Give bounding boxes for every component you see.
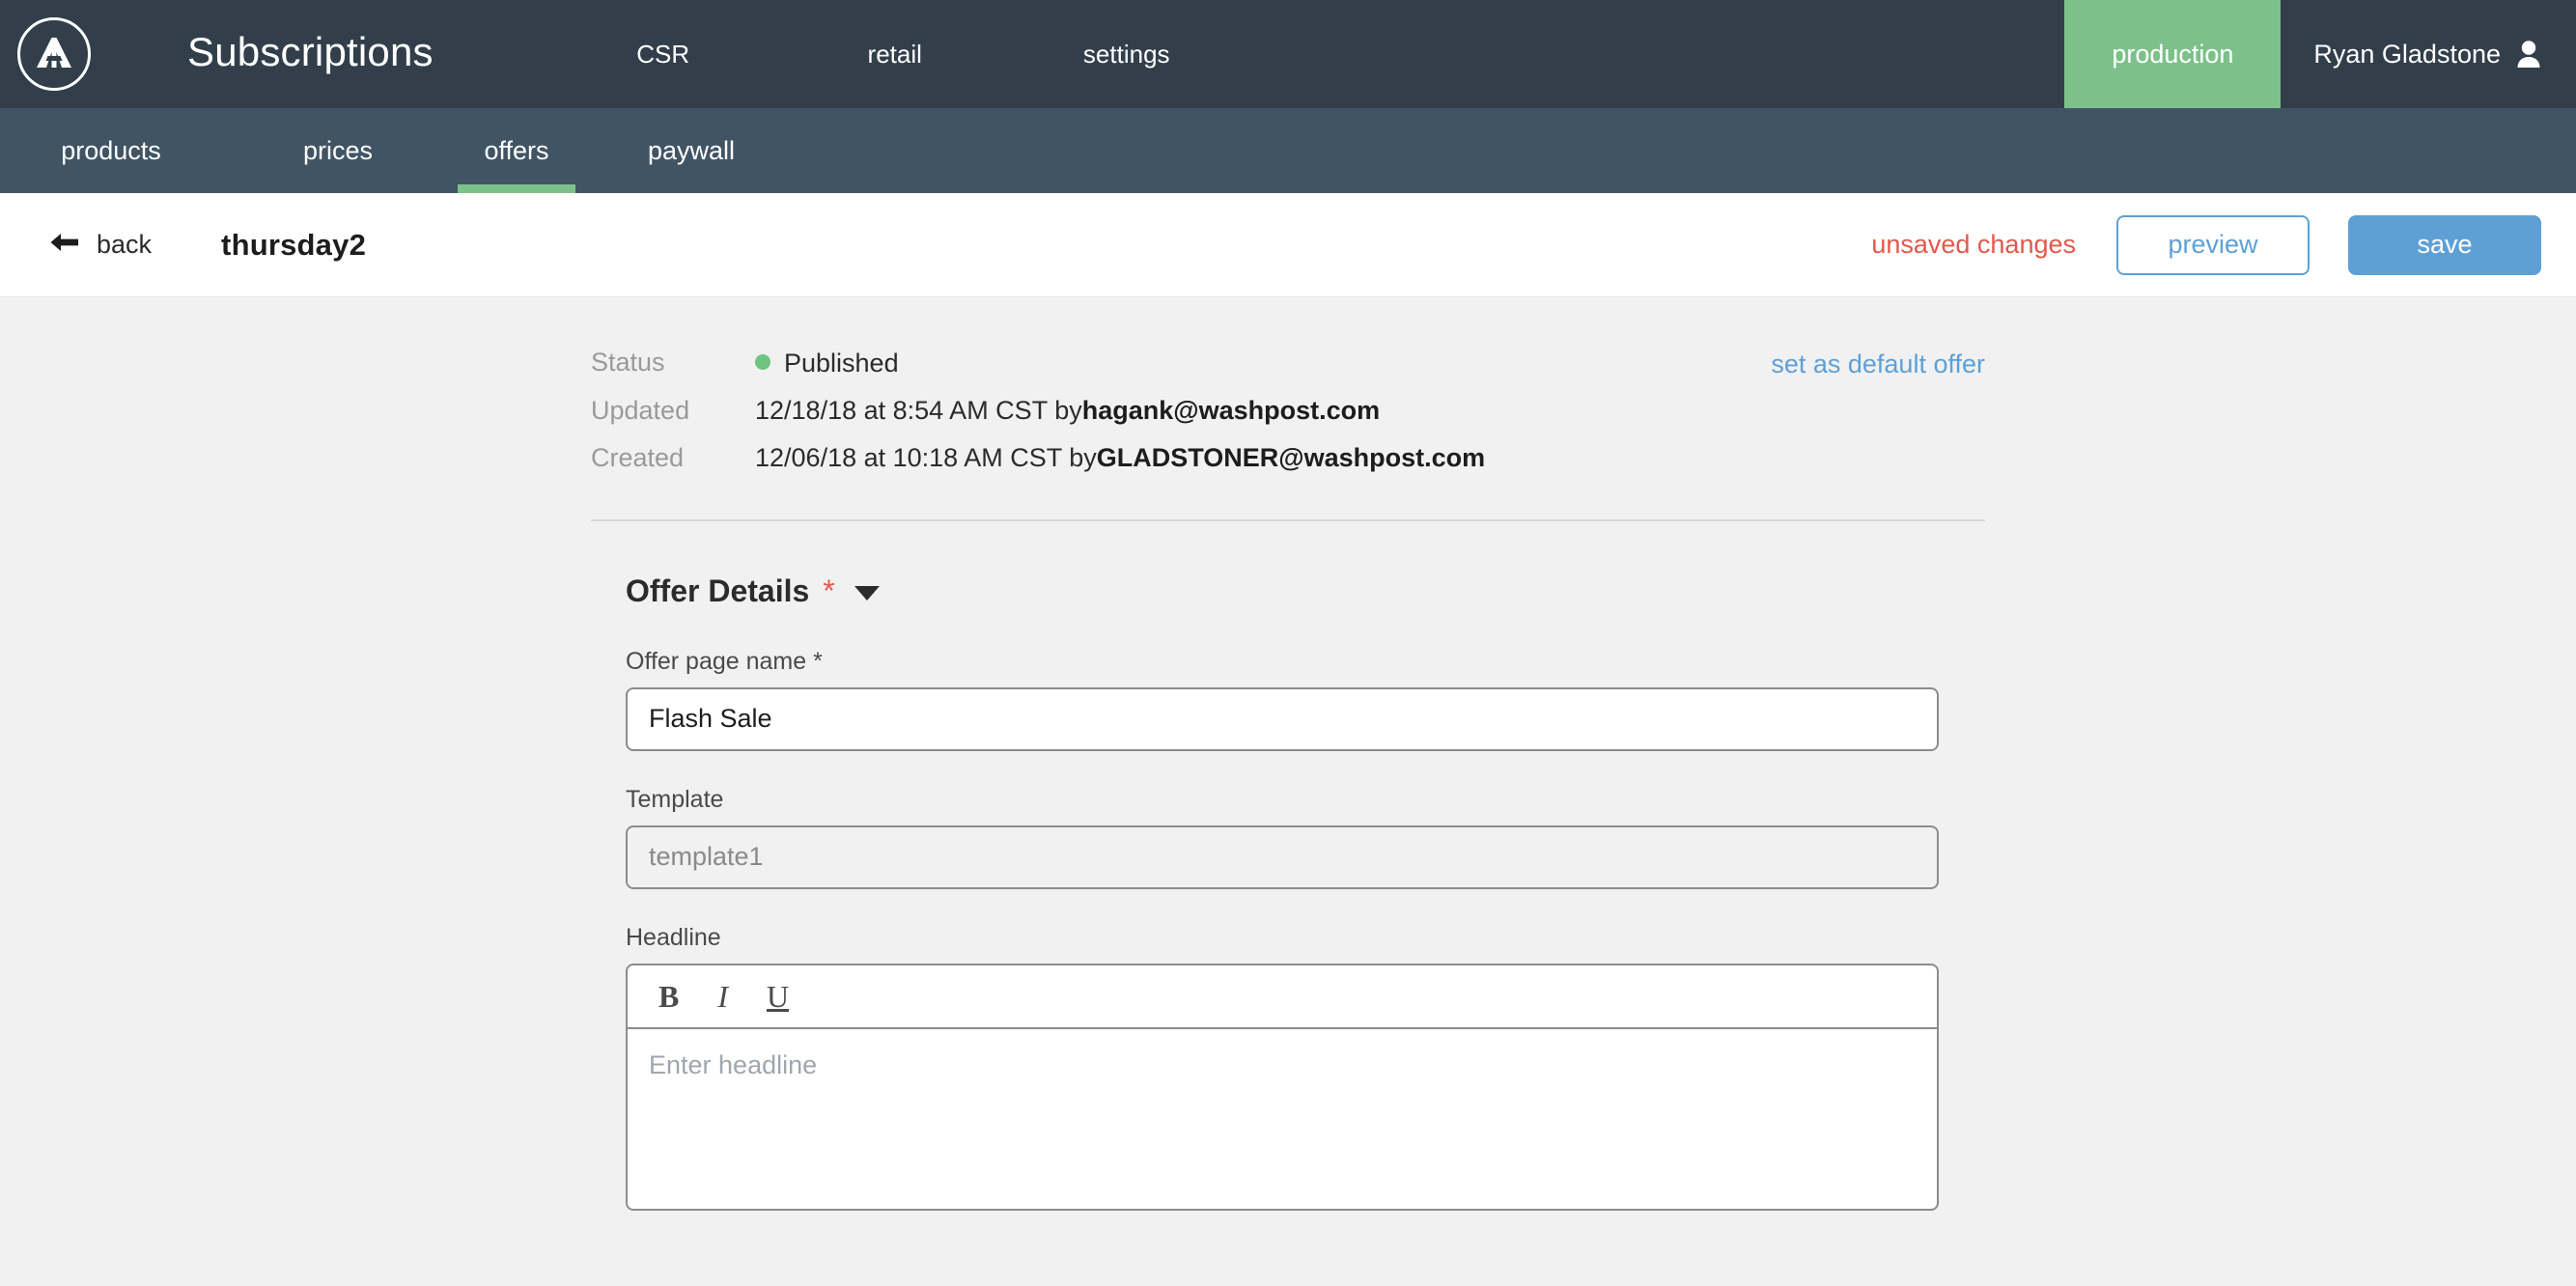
updated-value-group: 12/18/18 at 8:54 AM CST by hagank@washpo… <box>755 396 1380 426</box>
chevron-down-icon[interactable] <box>854 585 880 601</box>
italic-icon[interactable]: I <box>712 977 734 1016</box>
headline-textarea[interactable]: Enter headline <box>628 1029 1937 1209</box>
save-button[interactable]: save <box>2348 214 2541 275</box>
sub-navigation-bar: products prices offers paywall <box>0 108 2576 193</box>
offer-page-name-label: Offer page name * <box>626 647 823 675</box>
underline-icon[interactable]: U <box>761 977 795 1016</box>
offer-details-title: Offer Details <box>626 573 810 608</box>
subnav-item-offers[interactable]: offers <box>458 108 575 193</box>
user-menu-label: Ryan Gladstone <box>2313 39 2501 69</box>
topnav-link-csr[interactable]: CSR <box>547 40 779 70</box>
topnav-links: CSR retail settings <box>547 0 1243 108</box>
template-label: Template <box>626 785 724 813</box>
preview-button[interactable]: preview <box>2116 214 2310 275</box>
subnav-item-products[interactable]: products <box>0 108 222 193</box>
status-label: Status <box>591 348 665 377</box>
rich-text-toolbar: B I U <box>628 965 1937 1029</box>
bold-icon[interactable]: B <box>653 977 685 1016</box>
unsaved-changes-status: unsaved changes <box>1871 230 2076 259</box>
headline-rich-text-editor: B I U Enter headline <box>626 963 1939 1211</box>
metadata-row-updated: Updated 12/18/18 at 8:54 AM CST by hagan… <box>591 396 1985 426</box>
set-as-default-offer-link[interactable]: set as default offer <box>1771 349 1985 379</box>
section-divider <box>591 518 1985 521</box>
content-inner: Status Published Updated 12/18/18 at 8:5… <box>591 348 1985 1211</box>
field-template: Template template1 <box>626 786 1939 889</box>
field-headline: Headline B I U Enter headline <box>626 924 1939 1211</box>
subnav-item-prices[interactable]: prices <box>222 108 454 193</box>
page-content: Status Published Updated 12/18/18 at 8:5… <box>0 297 2576 1211</box>
status-badge: Published <box>755 349 899 378</box>
updated-user-email: hagank@washpost.com <box>1081 395 1381 425</box>
status-value: Published <box>784 348 899 377</box>
app-logo[interactable] <box>0 0 108 108</box>
metadata-row-created: Created 12/06/18 at 10:18 AM CST by GLAD… <box>591 443 1985 473</box>
field-offer-page-name: Offer page name * <box>626 648 1939 751</box>
created-timestamp: 12/06/18 at 10:18 AM CST by <box>755 442 1097 472</box>
headline-label: Headline <box>626 923 721 951</box>
app-brand-title: Subscriptions <box>187 29 434 74</box>
back-button[interactable]: back <box>50 230 152 260</box>
required-marker: * <box>823 573 835 608</box>
user-menu[interactable]: Ryan Gladstone <box>2281 0 2576 108</box>
updated-label: Updated <box>591 395 690 425</box>
page-title: thursday2 <box>221 227 367 262</box>
created-label: Created <box>591 442 685 472</box>
topnav-spacer <box>1243 0 2065 108</box>
offer-details-section-header[interactable]: Offer Details * <box>626 573 1985 609</box>
arc-logo-icon <box>17 17 91 91</box>
offer-page-name-input[interactable] <box>626 686 1939 751</box>
arrow-left-icon <box>50 230 79 260</box>
back-button-label: back <box>97 230 153 259</box>
top-navigation-bar: Subscriptions CSR retail settings produc… <box>0 0 2576 108</box>
user-avatar-icon <box>2516 40 2541 69</box>
template-input[interactable]: template1 <box>626 825 1939 889</box>
topnav-link-settings[interactable]: settings <box>1011 40 1243 70</box>
created-value-group: 12/06/18 at 10:18 AM CST by GLADSTONER@w… <box>755 443 1485 473</box>
page-header-bar: back thursday2 unsaved changes preview s… <box>0 193 2576 297</box>
subnav-item-paywall[interactable]: paywall <box>575 108 807 193</box>
offer-metadata: Status Published Updated 12/18/18 at 8:5… <box>591 348 1985 473</box>
environment-badge[interactable]: production <box>2064 0 2282 108</box>
topnav-link-retail[interactable]: retail <box>779 40 1011 70</box>
status-dot-icon <box>755 354 770 370</box>
created-user-email: GLADSTONER@washpost.com <box>1096 442 1486 472</box>
updated-timestamp: 12/18/18 at 8:54 AM CST by <box>755 395 1082 425</box>
offer-details-form: Offer page name * Template template1 Hea… <box>626 648 1939 1211</box>
